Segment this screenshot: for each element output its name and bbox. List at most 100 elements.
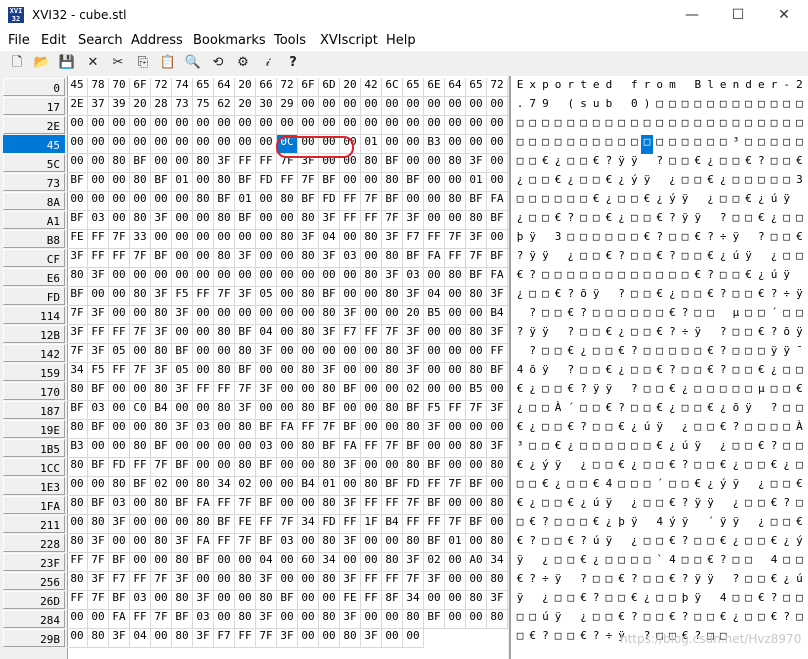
hex-byte-cell[interactable]: 00 [487, 173, 508, 192]
hex-byte-cell[interactable]: 80 [403, 458, 424, 477]
hex-byte-cell[interactable]: BF [151, 249, 172, 268]
text-char-cell[interactable]: □ [743, 363, 755, 382]
hex-byte-cell[interactable]: 00 [109, 401, 130, 420]
text-char-cell[interactable]: □ [793, 401, 805, 420]
hex-byte-cell[interactable]: 6E [424, 78, 445, 97]
text-char-cell[interactable]: □ [755, 135, 767, 154]
hex-byte-cell[interactable]: 7F [277, 154, 298, 173]
hex-byte-cell[interactable]: FF [382, 572, 403, 591]
text-char-cell[interactable]: □ [590, 268, 602, 287]
text-char-cell[interactable]: □ [755, 572, 767, 591]
text-char-cell[interactable]: u [590, 97, 602, 116]
text-char-cell[interactable]: € [552, 287, 564, 306]
text-char-cell[interactable]: ? [616, 249, 628, 268]
hex-byte-cell[interactable]: BF [172, 496, 193, 515]
hex-byte-cell[interactable]: 00 [235, 591, 256, 610]
text-char-cell[interactable]: € [514, 496, 526, 515]
text-char-cell[interactable]: □ [781, 97, 793, 116]
text-char-cell[interactable]: ÿ [552, 610, 564, 629]
hex-byte-cell[interactable]: BF [88, 420, 109, 439]
hex-byte-cell[interactable]: 00 [466, 610, 487, 629]
text-char-cell[interactable] [565, 572, 577, 591]
hex-byte-cell[interactable]: 05 [256, 287, 277, 306]
hex-byte-cell[interactable]: 62 [214, 97, 235, 116]
text-char-cell[interactable]: ? [679, 534, 691, 553]
hex-byte-cell[interactable]: 00 [445, 116, 466, 135]
text-char-cell[interactable]: □ [730, 591, 742, 610]
hex-byte-cell[interactable]: 3F [424, 420, 445, 439]
hex-byte-cell[interactable]: 80 [172, 591, 193, 610]
text-char-cell[interactable]: € [603, 249, 615, 268]
text-char-cell[interactable]: ¿ [514, 287, 526, 306]
text-char-cell[interactable]: □ [616, 230, 628, 249]
hex-byte-cell[interactable]: 00 [298, 458, 319, 477]
text-char-cell[interactable]: □ [616, 306, 628, 325]
hex-byte-cell[interactable]: 00 [361, 97, 382, 116]
hex-byte-cell[interactable]: B5 [424, 306, 445, 325]
hex-byte-cell[interactable]: 00 [424, 268, 445, 287]
text-char-cell[interactable] [755, 553, 767, 572]
hex-byte-cell[interactable]: B3 [67, 439, 88, 458]
hex-byte-cell[interactable]: 3F [403, 287, 424, 306]
hex-byte-cell[interactable]: BF [88, 382, 109, 401]
hex-byte-cell[interactable]: 00 [424, 591, 445, 610]
text-char-cell[interactable]: õ [730, 401, 742, 420]
text-char-cell[interactable]: € [527, 629, 539, 648]
text-char-cell[interactable]: ÿ [692, 572, 704, 591]
text-char-cell[interactable]: ¿ [755, 515, 767, 534]
hex-byte-cell[interactable]: 3F [466, 154, 487, 173]
hex-byte-cell[interactable]: 00 [151, 154, 172, 173]
text-char-cell[interactable]: □ [590, 610, 602, 629]
hex-byte-cell[interactable]: 03 [130, 591, 151, 610]
text-char-cell[interactable]: € [590, 477, 602, 496]
text-char-cell[interactable]: ý [628, 173, 640, 192]
text-char-cell[interactable]: ? [781, 610, 793, 629]
hex-byte-cell[interactable]: FD [403, 477, 424, 496]
text-char-cell[interactable]: ? [539, 629, 551, 648]
hex-byte-cell[interactable]: 01 [172, 173, 193, 192]
hex-byte-cell[interactable]: 00 [445, 344, 466, 363]
text-char-cell[interactable]: □ [781, 173, 793, 192]
text-char-cell[interactable]: □ [705, 306, 717, 325]
hex-byte-cell[interactable]: 00 [109, 116, 130, 135]
text-char-cell[interactable]: 3 [793, 173, 805, 192]
hex-byte-cell[interactable]: FF [214, 382, 235, 401]
hex-byte-cell[interactable]: 80 [235, 610, 256, 629]
text-char-cell[interactable]: ÷ [539, 572, 551, 591]
text-char-cell[interactable]: □ [514, 135, 526, 154]
text-char-cell[interactable]: □ [578, 116, 590, 135]
text-char-cell[interactable]: □ [692, 97, 704, 116]
hex-byte-cell[interactable]: 00 [424, 192, 445, 211]
hex-byte-cell[interactable]: FF [193, 382, 214, 401]
hex-byte-cell[interactable]: 00 [382, 116, 403, 135]
hex-byte-cell[interactable]: 80 [319, 382, 340, 401]
text-char-cell[interactable]: ¿ [628, 534, 640, 553]
hex-byte-cell[interactable]: 00 [298, 534, 319, 553]
hex-byte-cell[interactable]: 05 [109, 344, 130, 363]
hex-byte-cell[interactable]: 3F [403, 325, 424, 344]
text-char-cell[interactable]: □ [603, 344, 615, 363]
hex-byte-cell[interactable]: F7 [340, 325, 361, 344]
text-char-cell[interactable]: □ [590, 458, 602, 477]
hex-byte-cell[interactable]: 00 [256, 477, 277, 496]
hex-byte-cell[interactable]: 37 [88, 97, 109, 116]
hex-byte-cell[interactable]: 00 [151, 629, 172, 648]
text-char-cell[interactable]: € [768, 496, 780, 515]
text-char-cell[interactable]: □ [781, 382, 793, 401]
hex-byte-cell[interactable]: 00 [403, 192, 424, 211]
text-char-cell[interactable]: € [692, 230, 704, 249]
text-char-cell[interactable]: □ [755, 496, 767, 515]
hex-byte-cell[interactable]: 80 [361, 230, 382, 249]
hex-byte-cell[interactable]: 6C [382, 78, 403, 97]
text-char-cell[interactable]: E [514, 78, 526, 97]
hex-byte-cell[interactable]: FD [109, 458, 130, 477]
text-char-cell[interactable] [793, 268, 805, 287]
hex-byte-cell[interactable]: 3F [340, 306, 361, 325]
menu-bookmarks[interactable]: Bookmarks [193, 33, 266, 48]
text-char-cell[interactable]: ÿ [552, 572, 564, 591]
text-char-cell[interactable]: □ [743, 610, 755, 629]
save-icon[interactable]: 💾 [58, 54, 76, 72]
hex-byte-cell[interactable]: 72 [487, 78, 508, 97]
address-row[interactable]: 8A [3, 192, 65, 210]
hex-byte-cell[interactable]: 00 [88, 135, 109, 154]
